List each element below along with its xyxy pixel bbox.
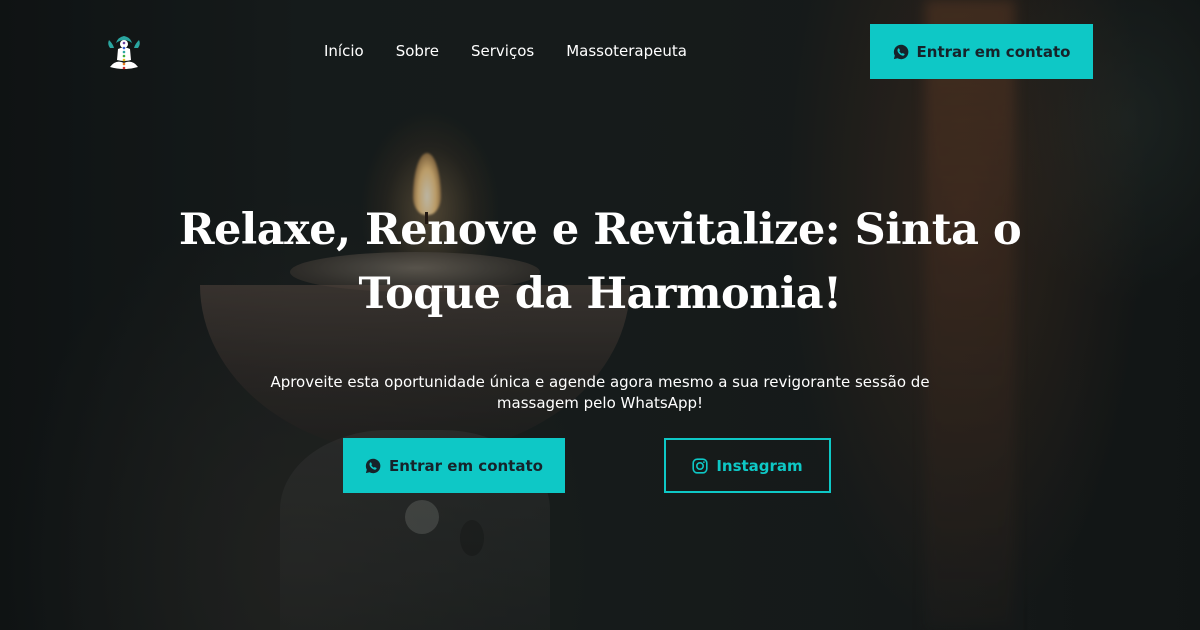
instagram-button[interactable]: Instagram: [664, 438, 831, 493]
hero-contact-button[interactable]: Entrar em contato: [343, 438, 565, 493]
header-contact-button[interactable]: Entrar em contato: [870, 24, 1093, 79]
instagram-label: Instagram: [716, 456, 803, 475]
whatsapp-icon: [893, 44, 909, 60]
instagram-icon: [692, 457, 708, 474]
nav-item-inicio[interactable]: Início: [324, 40, 364, 62]
nav-item-massoterapeuta[interactable]: Massoterapeuta: [566, 40, 687, 62]
header-contact-label: Entrar em contato: [916, 42, 1071, 61]
hero-contact-label: Entrar em contato: [389, 456, 543, 475]
nav-item-sobre[interactable]: Sobre: [396, 40, 439, 62]
nav-item-servicos[interactable]: Serviços: [471, 40, 534, 62]
whatsapp-icon: [365, 458, 381, 474]
meditation-chakra-icon[interactable]: [106, 34, 142, 72]
main-nav: Início Sobre Serviços Massoterapeuta: [324, 40, 719, 62]
hero-subtitle: Aproveite esta oportunidade única e agen…: [270, 373, 930, 412]
hero-title: Relaxe, Renove e Revitalize: Sinta o Toq…: [178, 205, 1022, 319]
